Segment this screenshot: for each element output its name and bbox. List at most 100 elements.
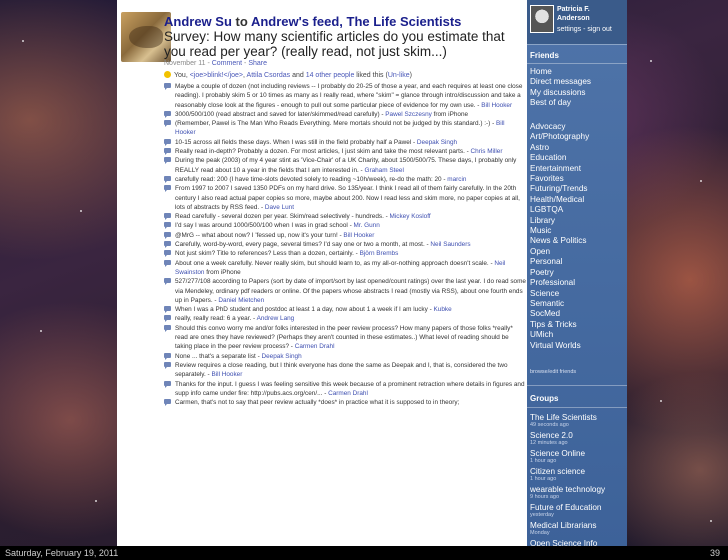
comment-text: really, really read: 6 a year. - [175,315,257,323]
comment-author-link[interactable]: Pawel Szczesny [385,111,432,118]
browse-edit-friends-link[interactable]: browse/edit friends [530,369,576,375]
sidebar-list-item[interactable]: Open [530,247,624,257]
comment-author-link[interactable]: Deepak Singh [417,139,457,146]
share-link[interactable]: Share [248,60,267,67]
sidebar-list-item[interactable]: Virtual Worlds [530,341,624,351]
settings-link[interactable]: settings [557,26,581,33]
sidebar-nav-item[interactable]: My discussions [530,88,624,98]
other-likers-link[interactable]: 14 other people [306,72,355,79]
sidebar-nav-item[interactable]: Direct messages [530,77,624,87]
comment-text: Really read in-depth? Probably a dozen. … [175,148,471,156]
sidebar-list-item[interactable]: News & Politics [530,236,624,246]
comment-author-link[interactable]: Carmen Drahl [328,390,368,397]
group-name[interactable]: Science Online [530,449,624,458]
sign-out-link[interactable]: sign out [587,26,612,33]
comment-author-link[interactable]: Daniel Mietchen [218,297,264,304]
group-time: 49 seconds ago [530,422,569,428]
group-item[interactable]: Citizen science 1 hour ago [530,467,624,483]
sidebar-list-item[interactable]: SocMed [530,309,624,319]
group-item[interactable]: The Life Scientists 49 seconds ago [530,413,624,429]
sidebar-list-item[interactable]: Favorites [530,174,624,184]
comment-bubble-icon [164,361,171,369]
post-meta: November 11 - Comment - Share [164,60,267,67]
group-item[interactable]: Science 2.0 12 minutes ago [530,431,624,447]
sidebar-list-item[interactable]: Tips & Tricks [530,320,624,330]
sidebar-list-item[interactable]: Advocacy [530,122,624,132]
likes-text: liked this ( [354,72,388,79]
comment-author-link[interactable]: Kubke [434,306,452,313]
group-name[interactable]: Science 2.0 [530,431,624,440]
sidebar-list-item[interactable]: Science [530,289,624,299]
post-target-link[interactable]: Andrew's feed, The Life Scientists [251,14,461,29]
avatar[interactable] [530,5,554,33]
user-name[interactable]: Patricia F. Anderson [557,5,625,23]
post-header: Andrew Su to Andrew's feed, The Life Sci… [117,0,527,78]
sidebar-list-item[interactable]: UMich [530,330,624,340]
group-item[interactable]: Science Online 1 hour ago [530,449,624,465]
sidebar-list-item[interactable]: Professional [530,278,624,288]
group-name[interactable]: wearable technology [530,485,624,494]
liker-link[interactable]: Attila Csordas [247,72,291,79]
sidebar-list-item[interactable]: Astro [530,143,624,153]
user-first-name: Patricia F. [557,6,590,13]
sidebar-list-item[interactable]: Library [530,216,624,226]
sidebar-nav-item[interactable]: Home [530,67,624,77]
post-author-link[interactable]: Andrew Su [164,14,232,29]
group-name[interactable]: Future of Education [530,503,624,512]
comment-item: (Remember, Pawel is The Man Who Reads Ev… [164,119,526,138]
comment-author-link[interactable]: Dave Lunt [265,204,294,211]
group-name[interactable]: Medical Librarians [530,521,624,530]
unlike-link[interactable]: Un-like [388,72,410,79]
comment-text: (Remember, Pawel is The Man Who Reads Ev… [175,120,496,128]
group-item[interactable]: Future of Education yesterday [530,503,624,519]
sidebar-list-item[interactable]: Semantic [530,299,624,309]
group-item[interactable]: Medical Librarians Monday [530,521,624,537]
comment-link[interactable]: Comment [212,60,242,67]
comment-author-link[interactable]: Chris Miller [471,148,503,155]
group-item[interactable]: wearable technology 9 hours ago [530,485,624,501]
star [700,180,702,182]
sidebar-list-item[interactable]: Education [530,153,624,163]
comment-author-link[interactable]: Carmen Drahl [295,343,335,350]
comment-bubble-icon [164,185,171,193]
post-date[interactable]: November 11 [164,60,206,67]
comment-item: Thanks for the input. I guess I was feel… [164,380,526,399]
sidebar-list-item[interactable]: Music [530,226,624,236]
sidebar-nav-item[interactable]: Best of day [530,98,624,108]
comment-bubble-icon [164,138,171,146]
comment-author-link[interactable]: Neil Saunders [430,241,470,248]
comment-author-link[interactable]: Björn Brembs [360,250,399,257]
sidebar-list-item[interactable]: Personal [530,257,624,267]
comment-text: Should this convo worry me and/or folks … [175,324,513,351]
comment-author-link[interactable]: Mickey Kosloff [390,213,431,220]
comment-text: When I was a PhD student and postdoc at … [175,306,434,314]
comment-author-link[interactable]: marcin [447,176,466,183]
group-name[interactable]: Citizen science [530,467,624,476]
comment-text: Carmen, that's not to say that peer revi… [175,399,460,407]
comment-item: really, really read: 6 a year. - Andrew … [164,314,526,323]
sidebar-list-item[interactable]: Health/Medical [530,195,624,205]
comment-bubble-icon [164,231,171,239]
star [660,400,662,402]
group-time: 1 hour ago [530,476,557,482]
comment-list: Maybe a couple of dozen (not including r… [164,82,526,407]
sidebar-list-item[interactable]: Art/Photography [530,132,624,142]
comment-author-link[interactable]: Deepak Singh [261,353,301,360]
sidebar-list-item[interactable]: LGBTQA [530,205,624,215]
comment-author-link[interactable]: Andrew Lang [257,315,295,322]
comment-item: Carefully, word-by-word, every page, sev… [164,240,526,249]
sidebar-list-item[interactable]: Entertainment [530,164,624,174]
liker-link[interactable]: <joe>blink!</joe> [190,72,243,79]
comment-bubble-icon [164,120,171,128]
comment-author-link[interactable]: Mr. Gunn [354,222,380,229]
comment-author-link[interactable]: Bill Hooker [481,102,512,109]
sidebar-list-item[interactable]: Futuring/Trends [530,184,624,194]
comment-author-link[interactable]: Bill Hooker [211,371,242,378]
footer-date: Saturday, February 19, 2011 [5,548,119,558]
comment-author-link[interactable]: Graham Steel [364,167,403,174]
star [710,520,712,522]
comment-bubble-icon [164,352,171,360]
sidebar-list-item[interactable]: Poetry [530,268,624,278]
group-name[interactable]: The Life Scientists [530,413,624,422]
comment-author-link[interactable]: Bill Hooker [343,232,374,239]
